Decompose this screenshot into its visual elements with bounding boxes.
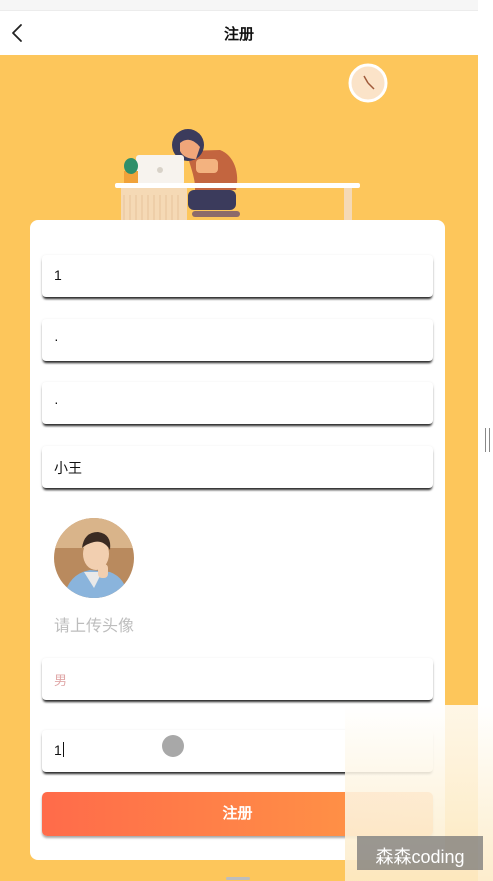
clock-icon: [348, 63, 388, 103]
password-input[interactable]: ·: [42, 319, 433, 361]
avatar-photo: [54, 518, 134, 598]
confirm-password-value: ·: [54, 394, 59, 410]
navigation-bar: 注册: [0, 12, 478, 54]
gender-input[interactable]: 男: [42, 658, 433, 700]
desk-illustration: [115, 63, 388, 225]
confirm-password-input[interactable]: ·: [42, 382, 433, 424]
nickname-input[interactable]: 小王: [42, 446, 433, 488]
laptop-icon: [130, 155, 192, 187]
text-caret: [62, 742, 64, 757]
watermark-text: 森森coding: [375, 847, 465, 867]
nickname-value: 小王: [54, 460, 82, 476]
username-input[interactable]: 1: [42, 255, 433, 297]
touch-indicator: [162, 735, 184, 757]
page-title: 注册: [223, 26, 254, 43]
avatar-upload[interactable]: [54, 518, 134, 598]
resize-handle[interactable]: [485, 428, 490, 452]
plant-icon: [124, 158, 138, 184]
status-strip: [0, 0, 478, 11]
password-value: ·: [54, 331, 59, 347]
watermark: 森森coding: [357, 836, 483, 870]
username-value: 1: [54, 267, 62, 283]
last-input-text: 1: [54, 742, 62, 758]
avatar-upload-label: 请上传头像: [54, 618, 135, 635]
home-indicator: [226, 877, 250, 880]
last-input-value: 1: [54, 742, 64, 758]
gender-placeholder: 男: [54, 673, 68, 688]
